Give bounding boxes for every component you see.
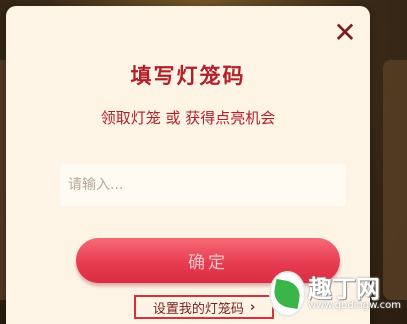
- background-card-right: [383, 60, 407, 300]
- confirm-button-label: 确定: [188, 253, 228, 273]
- close-icon: ✕: [333, 16, 357, 49]
- chevron-right-icon: ›: [249, 299, 256, 315]
- watermark-name: 趣丁网: [307, 275, 380, 303]
- lantern-code-input-box: [60, 164, 346, 206]
- watermark-logo-icon: [271, 273, 304, 315]
- set-link-label: 设置我的灯笼码: [152, 301, 244, 317]
- close-button[interactable]: ✕: [333, 16, 357, 49]
- lantern-code-input[interactable]: [60, 164, 346, 206]
- dialog-title: 填写灯笼码: [130, 64, 246, 88]
- watermark-text: 趣丁网 www.qudingw.com: [308, 277, 401, 311]
- leaf-icon: [272, 278, 303, 310]
- set-my-lantern-code-link[interactable]: 设置我的灯笼码 ›: [134, 295, 274, 319]
- dialog-subtitle: 领取灯笼 或 获得点亮机会: [100, 109, 276, 127]
- watermark-url: www.qudingw.com: [307, 300, 401, 311]
- site-watermark: 趣丁网 www.qudingw.com: [271, 270, 401, 318]
